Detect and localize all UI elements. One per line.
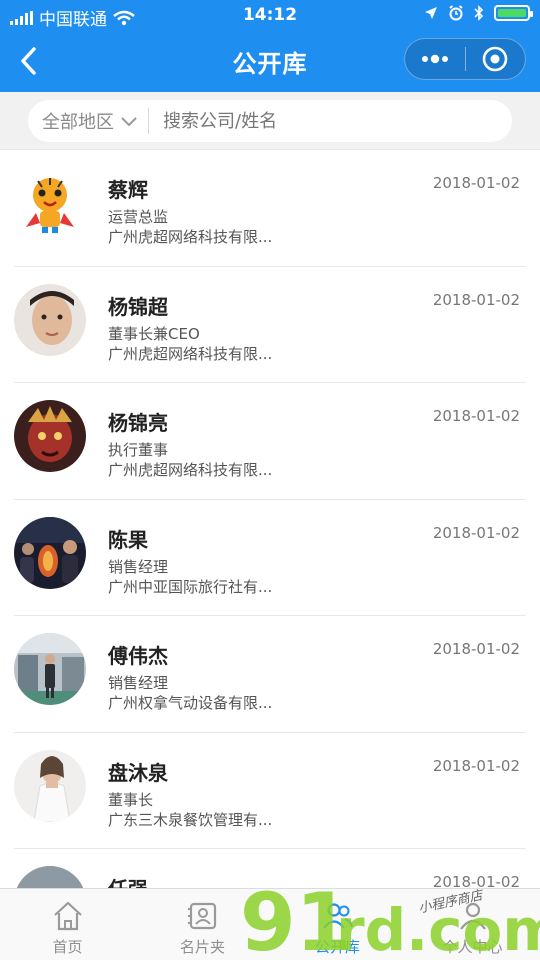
contact-name: 杨锦超 bbox=[108, 294, 168, 319]
contact-list: 蔡辉 运营总监 广州虎超网络科技有限... 2018-01-02 杨锦超 董事长… bbox=[0, 150, 540, 888]
status-right bbox=[424, 5, 533, 21]
contact-company: 广州虎超网络科技有限... bbox=[108, 344, 273, 363]
contact-name: 杨锦亮 bbox=[108, 411, 168, 435]
person-icon bbox=[459, 902, 486, 930]
tab-label: 首页 bbox=[52, 938, 83, 956]
tab-label: 名片夹 bbox=[179, 938, 225, 956]
search-bar: 全部地区 bbox=[0, 92, 540, 150]
contact-date: 2018-01-02 bbox=[432, 174, 520, 192]
contact-role: 董事长兼CEO bbox=[108, 324, 200, 343]
tab-home[interactable]: 首页 bbox=[0, 889, 135, 960]
contact-name: 任强 bbox=[108, 873, 148, 888]
tab-bar: 首页 名片夹 公开库 个人中心 bbox=[0, 888, 540, 960]
tab-label: 个人中心 bbox=[442, 938, 503, 956]
target-circle-icon bbox=[482, 46, 508, 72]
list-item[interactable]: 傅伟杰 销售经理 广州权拿气动设备有限... 2018-01-02 bbox=[14, 616, 526, 733]
people-icon bbox=[322, 903, 353, 929]
contact-role: 销售经理 bbox=[108, 674, 169, 692]
avatar-portrait-woman bbox=[14, 749, 86, 822]
contact-date: 2018-01-02 bbox=[432, 407, 520, 425]
contact-company: 广州中亚国际旅行社有... bbox=[108, 577, 273, 596]
home-icon bbox=[53, 901, 82, 931]
contact-role: 销售经理 bbox=[108, 557, 169, 576]
card-holder-icon bbox=[187, 902, 216, 930]
list-item[interactable]: 盘沐泉 董事长 广东三木泉餐饮管理有... 2018-01-02 bbox=[14, 733, 526, 849]
contact-company: 广州虎超网络科技有限... bbox=[108, 228, 273, 246]
contact-role: 执行董事 bbox=[108, 441, 169, 459]
contact-date: 2018-01-02 bbox=[432, 523, 520, 542]
list-item[interactable]: 陈果 销售经理 广州中亚国际旅行社有... 2018-01-02 bbox=[14, 500, 526, 616]
contact-date: 2018-01-02 bbox=[432, 756, 520, 775]
contact-role: 董事长 bbox=[108, 790, 154, 809]
contact-name: 陈果 bbox=[108, 527, 148, 552]
tab-personal-center[interactable]: 个人中心 bbox=[405, 889, 540, 960]
list-item[interactable]: 杨锦超 董事长兼CEO 广州虎超网络科技有限... 2018-01-02 bbox=[14, 267, 526, 383]
contact-date: 2018-01-02 bbox=[432, 290, 520, 309]
avatar-red-mask bbox=[14, 400, 86, 472]
contact-date: 2018-01-02 bbox=[432, 640, 520, 658]
avatar-outdoor-scene bbox=[14, 866, 86, 888]
avatar-night-scene bbox=[14, 516, 86, 589]
avatar-portrait-man bbox=[14, 283, 86, 356]
contact-role: 运营总监 bbox=[108, 208, 169, 226]
avatar-factory-scene bbox=[14, 633, 86, 705]
list-item[interactable]: 蔡辉 运营总监 广州虎超网络科技有限... 2018-01-02 bbox=[14, 150, 526, 267]
location-arrow-icon bbox=[425, 7, 437, 19]
header: 中国联通 14:12 公开库 bbox=[0, 0, 540, 92]
more-dots-icon bbox=[421, 54, 448, 64]
battery-icon bbox=[494, 5, 533, 21]
contact-date: 2018-01-02 bbox=[432, 873, 520, 888]
list-item[interactable]: 杨锦亮 执行董事 广州虎超网络科技有限... 2018-01-02 bbox=[14, 383, 526, 500]
tab-public-library[interactable]: 公开库 bbox=[270, 889, 405, 960]
contact-name: 蔡辉 bbox=[108, 178, 148, 202]
contact-name: 傅伟杰 bbox=[108, 644, 168, 668]
nav-bar: 公开库 bbox=[0, 32, 540, 92]
alarm-icon bbox=[449, 5, 463, 21]
region-label: 全部地区 bbox=[42, 112, 114, 133]
bluetooth-icon bbox=[474, 5, 484, 21]
search-pill: 全部地区 bbox=[28, 100, 512, 142]
region-dropdown[interactable]: 全部地区 bbox=[28, 100, 148, 142]
contact-name: 盘沐泉 bbox=[108, 760, 168, 785]
contact-company: 广东三木泉餐饮管理有... bbox=[108, 810, 273, 829]
mini-program-capsule bbox=[404, 38, 526, 80]
status-bar: 中国联通 14:12 bbox=[0, 0, 540, 32]
search-input[interactable] bbox=[149, 110, 449, 132]
close-button[interactable] bbox=[466, 39, 526, 79]
avatar-tiger-mascot bbox=[14, 167, 86, 239]
list-item[interactable]: 任强 2018-01-02 bbox=[14, 849, 526, 888]
contact-company: 广州虎超网络科技有限... bbox=[108, 461, 273, 479]
more-button[interactable] bbox=[405, 39, 465, 79]
chevron-down-icon bbox=[121, 117, 137, 127]
contact-company: 广州权拿气动设备有限... bbox=[108, 694, 273, 712]
tab-card-holder[interactable]: 名片夹 bbox=[135, 889, 270, 960]
tab-label: 公开库 bbox=[314, 938, 360, 956]
